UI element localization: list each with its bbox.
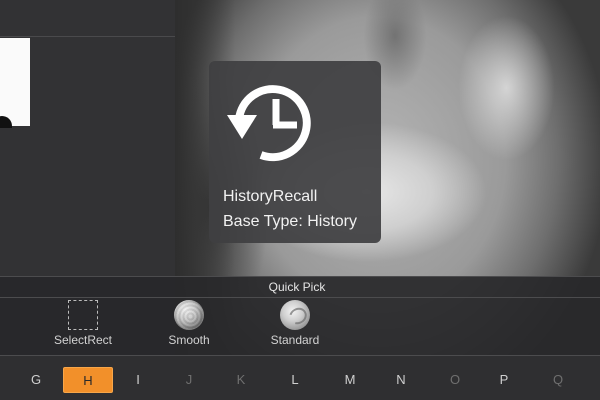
letter-i[interactable]: I — [113, 367, 163, 393]
history-tooltip: HistoryRecall Base Type: History — [209, 61, 381, 243]
tooltip-base-type: Base Type: History — [223, 213, 357, 230]
letter-p[interactable]: P — [479, 367, 529, 393]
letter-q[interactable]: Q — [533, 367, 583, 393]
tool-label: SelectRect — [53, 333, 113, 347]
select-rect-icon — [68, 300, 98, 330]
quick-pick-top-border — [0, 276, 600, 277]
letter-j[interactable]: J — [164, 367, 214, 393]
letter-h[interactable]: H — [63, 367, 113, 393]
quick-pick-panel: Quick Pick SelectRect Smooth Standard — [0, 276, 600, 356]
letter-k[interactable]: K — [216, 367, 266, 393]
letter-m[interactable]: M — [325, 367, 375, 393]
letter-l[interactable]: L — [270, 367, 320, 393]
quick-pick-divider — [0, 297, 600, 298]
smooth-brush-icon — [174, 300, 204, 330]
smooth-brush-tool[interactable]: Smooth — [149, 300, 229, 350]
standard-brush-tool[interactable]: Standard — [255, 300, 335, 350]
quick-pick-title: Quick Pick — [268, 280, 326, 294]
tool-label: Standard — [270, 333, 320, 347]
canvas-preview — [0, 38, 30, 128]
letter-o[interactable]: O — [430, 367, 480, 393]
history-recall-icon — [227, 85, 311, 162]
standard-brush-icon — [280, 300, 310, 330]
letter-g[interactable]: G — [11, 367, 61, 393]
select-rect-tool[interactable]: SelectRect — [43, 300, 123, 350]
tooltip-title: HistoryRecall — [223, 188, 318, 205]
preview-shape — [0, 116, 12, 128]
letter-n[interactable]: N — [376, 367, 426, 393]
tool-label: Smooth — [168, 333, 210, 347]
letter-filter-bar: G H I J K L M N O P Q — [0, 356, 600, 400]
